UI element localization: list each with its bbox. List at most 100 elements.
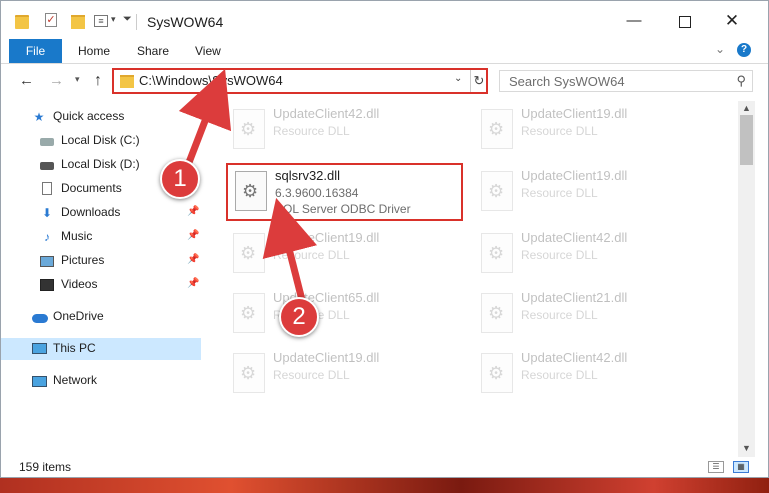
sidebar-item-downloads[interactable]: ⬇ Downloads 📌 <box>1 202 201 224</box>
properties-check-icon[interactable]: ✓ <box>45 13 57 27</box>
title-bar: ✓ ≡ ▾ ⏷ SysWOW64 — ✕ <box>1 1 768 39</box>
address-bar[interactable]: C:\Windows\SysWOW64 ⌄ ↻ <box>112 68 488 94</box>
gear-icon: ⚙ <box>240 119 257 139</box>
help-icon[interactable]: ? <box>737 43 751 57</box>
file-name: UpdateClient19.dll <box>521 106 628 121</box>
sidebar-item-label: Network <box>53 373 98 387</box>
dll-file-icon: ⚙ <box>481 109 513 149</box>
search-input[interactable]: Search SysWOW64 ⚲ <box>499 70 753 92</box>
pin-icon[interactable]: 📌 <box>187 254 199 265</box>
file-description: Resource DLL <box>521 124 598 138</box>
music-icon: ♪ <box>44 230 50 244</box>
file-item[interactable]: ⚙ UpdateClient42.dll Resource DLL <box>225 103 445 155</box>
refresh-icon[interactable]: ↻ <box>470 70 487 92</box>
recent-locations-icon[interactable]: ▾ <box>75 74 80 85</box>
sidebar-item-label: Quick access <box>53 109 125 123</box>
file-name: UpdateClient19.dll <box>521 168 628 183</box>
search-icon[interactable]: ⚲ <box>736 73 746 89</box>
sidebar-item-label: Videos <box>61 277 98 291</box>
up-arrow-icon[interactable]: ↑ <box>94 72 102 90</box>
videos-icon <box>40 279 54 291</box>
sidebar-item-local-disk-c[interactable]: Local Disk (C:) <box>1 130 201 152</box>
expand-ribbon-icon[interactable]: ⌄ <box>715 42 725 56</box>
sidebar-item-quick-access[interactable]: ★ Quick access <box>1 106 201 128</box>
file-name: UpdateClient19.dll <box>273 230 380 245</box>
sidebar-item-network[interactable]: Network <box>1 370 201 392</box>
new-folder-icon[interactable] <box>71 15 85 29</box>
close-button[interactable]: ✕ <box>717 10 747 32</box>
file-item[interactable]: ⚙ UpdateClient65.dll Resource DLL <box>225 287 445 339</box>
customize-icon[interactable]: ≡ <box>94 15 108 27</box>
file-item[interactable]: ⚙ UpdateClient19.dll Resource DLL <box>225 227 445 279</box>
vertical-scrollbar[interactable]: ▲ ▼ <box>738 101 755 457</box>
scroll-up-icon[interactable]: ▲ <box>742 103 751 113</box>
drive-icon <box>40 138 54 146</box>
tab-home[interactable]: Home <box>78 39 110 63</box>
sidebar-item-this-pc[interactable]: This PC <box>1 338 201 360</box>
file-list: ⚙ UpdateClient42.dll Resource DLL ⚙ Upda… <box>207 101 737 457</box>
sidebar-item-label: Music <box>61 229 93 243</box>
item-count: 159 items <box>19 460 72 474</box>
folder-icon <box>120 75 134 88</box>
address-path[interactable]: C:\Windows\SysWOW64 <box>139 73 283 88</box>
network-icon <box>32 376 47 387</box>
file-item[interactable]: ⚙ UpdateClient42.dll Resource DLL <box>473 347 693 399</box>
sidebar-item-label: OneDrive <box>53 309 104 323</box>
pictures-icon <box>40 256 54 267</box>
dll-file-icon: ⚙ <box>233 109 265 149</box>
sidebar-item-music[interactable]: ♪ Music 📌 <box>1 226 201 248</box>
tiles-view-icon[interactable]: ▦ <box>733 461 749 473</box>
dll-file-icon: ⚙ <box>233 233 265 273</box>
status-bar: 159 items ☰ ▦ <box>1 457 768 477</box>
title-separator <box>136 14 137 30</box>
forward-arrow-icon[interactable]: → <box>49 72 64 89</box>
scroll-thumb[interactable] <box>740 115 753 165</box>
file-description: Resource DLL <box>273 368 350 382</box>
file-description: Resource DLL <box>521 248 598 262</box>
sidebar-item-label: Local Disk (C:) <box>61 133 140 147</box>
scroll-down-icon[interactable]: ▼ <box>742 443 751 453</box>
maximize-icon <box>679 16 691 28</box>
file-name: UpdateClient42.dll <box>273 106 380 121</box>
pin-icon[interactable]: 📌 <box>187 230 199 241</box>
dll-file-icon: ⚙ <box>481 293 513 333</box>
details-view-icon[interactable]: ☰ <box>708 461 724 473</box>
download-icon: ⬇ <box>41 206 53 220</box>
back-arrow-icon[interactable]: ← <box>19 72 34 89</box>
tab-file[interactable]: File <box>9 39 62 63</box>
gear-icon: ⚙ <box>488 181 505 201</box>
navigation-pane: ★ Quick access Local Disk (C:) Local Dis… <box>1 101 203 457</box>
file-item[interactable]: ⚙ UpdateClient19.dll Resource DLL <box>473 165 693 217</box>
file-name: UpdateClient21.dll <box>521 290 628 305</box>
pin-icon[interactable]: 📌 <box>187 206 199 217</box>
pin-icon[interactable]: 📌 <box>187 278 199 289</box>
gear-icon: ⚙ <box>240 363 257 383</box>
sidebar-item-label: Pictures <box>61 253 105 267</box>
quick-access-dropdown-icon[interactable]: ▾ <box>111 14 116 30</box>
quick-access-toolbar-icon[interactable]: ⏷ <box>123 13 132 29</box>
tab-view[interactable]: View <box>195 39 221 63</box>
dll-file-icon: ⚙ <box>481 233 513 273</box>
sidebar-item-label: Downloads <box>61 205 121 219</box>
file-item[interactable]: ⚙ UpdateClient42.dll Resource DLL <box>473 227 693 279</box>
sidebar-item-onedrive[interactable]: OneDrive <box>1 306 201 328</box>
gear-icon: ⚙ <box>488 363 505 383</box>
tab-share[interactable]: Share <box>137 39 169 63</box>
sidebar-item-label: Local Disk (D:) <box>61 157 140 171</box>
chevron-down-icon[interactable]: ⌄ <box>454 73 462 84</box>
file-item[interactable]: ⚙ UpdateClient19.dll Resource DLL <box>225 347 445 399</box>
sidebar-item-pictures[interactable]: Pictures 📌 <box>1 250 201 272</box>
file-item[interactable]: ⚙ UpdateClient19.dll Resource DLL <box>473 103 693 155</box>
maximize-button[interactable] <box>670 10 700 32</box>
file-name: UpdateClient42.dll <box>521 230 628 245</box>
sidebar-item-videos[interactable]: Videos 📌 <box>1 274 201 296</box>
file-name: UpdateClient19.dll <box>273 350 380 365</box>
window-title: SysWOW64 <box>147 14 224 30</box>
file-item[interactable]: ⚙ UpdateClient21.dll Resource DLL <box>473 287 693 339</box>
search-placeholder: Search SysWOW64 <box>509 74 625 89</box>
gear-icon: ⚙ <box>488 243 505 263</box>
minimize-button[interactable]: — <box>619 10 649 32</box>
file-description: Resource DLL <box>273 248 350 262</box>
sidebar-item-label: This PC <box>53 341 96 355</box>
folder-icon[interactable] <box>15 15 29 29</box>
